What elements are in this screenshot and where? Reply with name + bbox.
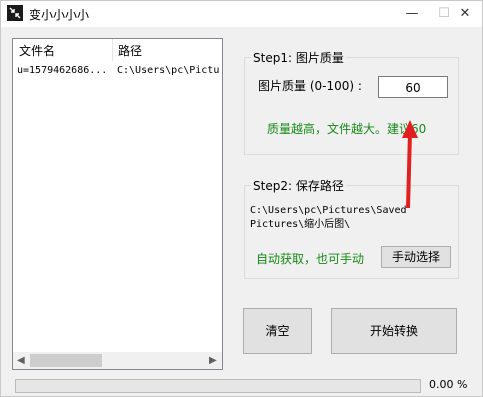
title-bar[interactable]: 变小小小小 — ☐ ✕ [1, 1, 482, 27]
close-button[interactable]: ✕ [442, 1, 483, 27]
clear-button[interactable]: 清空 [243, 308, 312, 354]
step2-legend: Step2: 保存路径 [251, 177, 346, 194]
list-item-path: C:\Users\pc\Pictu [117, 65, 220, 76]
progress-text: 0.00 % [429, 378, 468, 391]
step2-group: Step2: 保存路径 C:\Users\pc\Pictures\Saved P… [244, 177, 459, 279]
app-window: 变小小小小 — ☐ ✕ 文件名 路径 u=1579462686... C:\Us… [0, 0, 483, 397]
horizontal-scrollbar[interactable]: ◀ ▶ [13, 352, 222, 369]
column-header-filename[interactable]: 文件名 [19, 42, 55, 59]
list-item-filename: u=1579462686... [17, 65, 108, 76]
manual-select-button[interactable]: 手动选择 [381, 246, 451, 268]
scrollbar-thumb[interactable] [30, 354, 102, 367]
scroll-right-icon[interactable]: ▶ [209, 355, 217, 366]
start-convert-button[interactable]: 开始转换 [331, 308, 457, 354]
list-item[interactable]: u=1579462686... C:\Users\pc\Pictu [13, 63, 222, 81]
compress-arrows-icon [7, 5, 23, 21]
window-title: 变小小小小 [29, 8, 90, 22]
quality-input[interactable]: 60 [378, 76, 448, 98]
column-header-path[interactable]: 路径 [118, 42, 142, 59]
quality-hint: 质量越高，文件越大。建议60 [267, 122, 427, 136]
file-list[interactable]: 文件名 路径 u=1579462686... C:\Users\pc\Pictu… [12, 38, 223, 370]
column-divider[interactable] [112, 39, 113, 61]
save-path-hint: 自动获取，也可手动 [256, 252, 365, 266]
quality-label: 图片质量 (0-100) : [258, 79, 362, 93]
save-path-text: C:\Users\pc\Pictures\Saved Pictures\缩小后图… [250, 205, 407, 230]
scroll-left-icon[interactable]: ◀ [17, 355, 25, 366]
step1-group: Step1: 图片质量 图片质量 (0-100) : 60 质量越高，文件越大。… [244, 49, 459, 155]
list-header: 文件名 路径 [13, 39, 222, 61]
progress-bar [15, 379, 421, 393]
step1-legend: Step1: 图片质量 [251, 49, 346, 66]
